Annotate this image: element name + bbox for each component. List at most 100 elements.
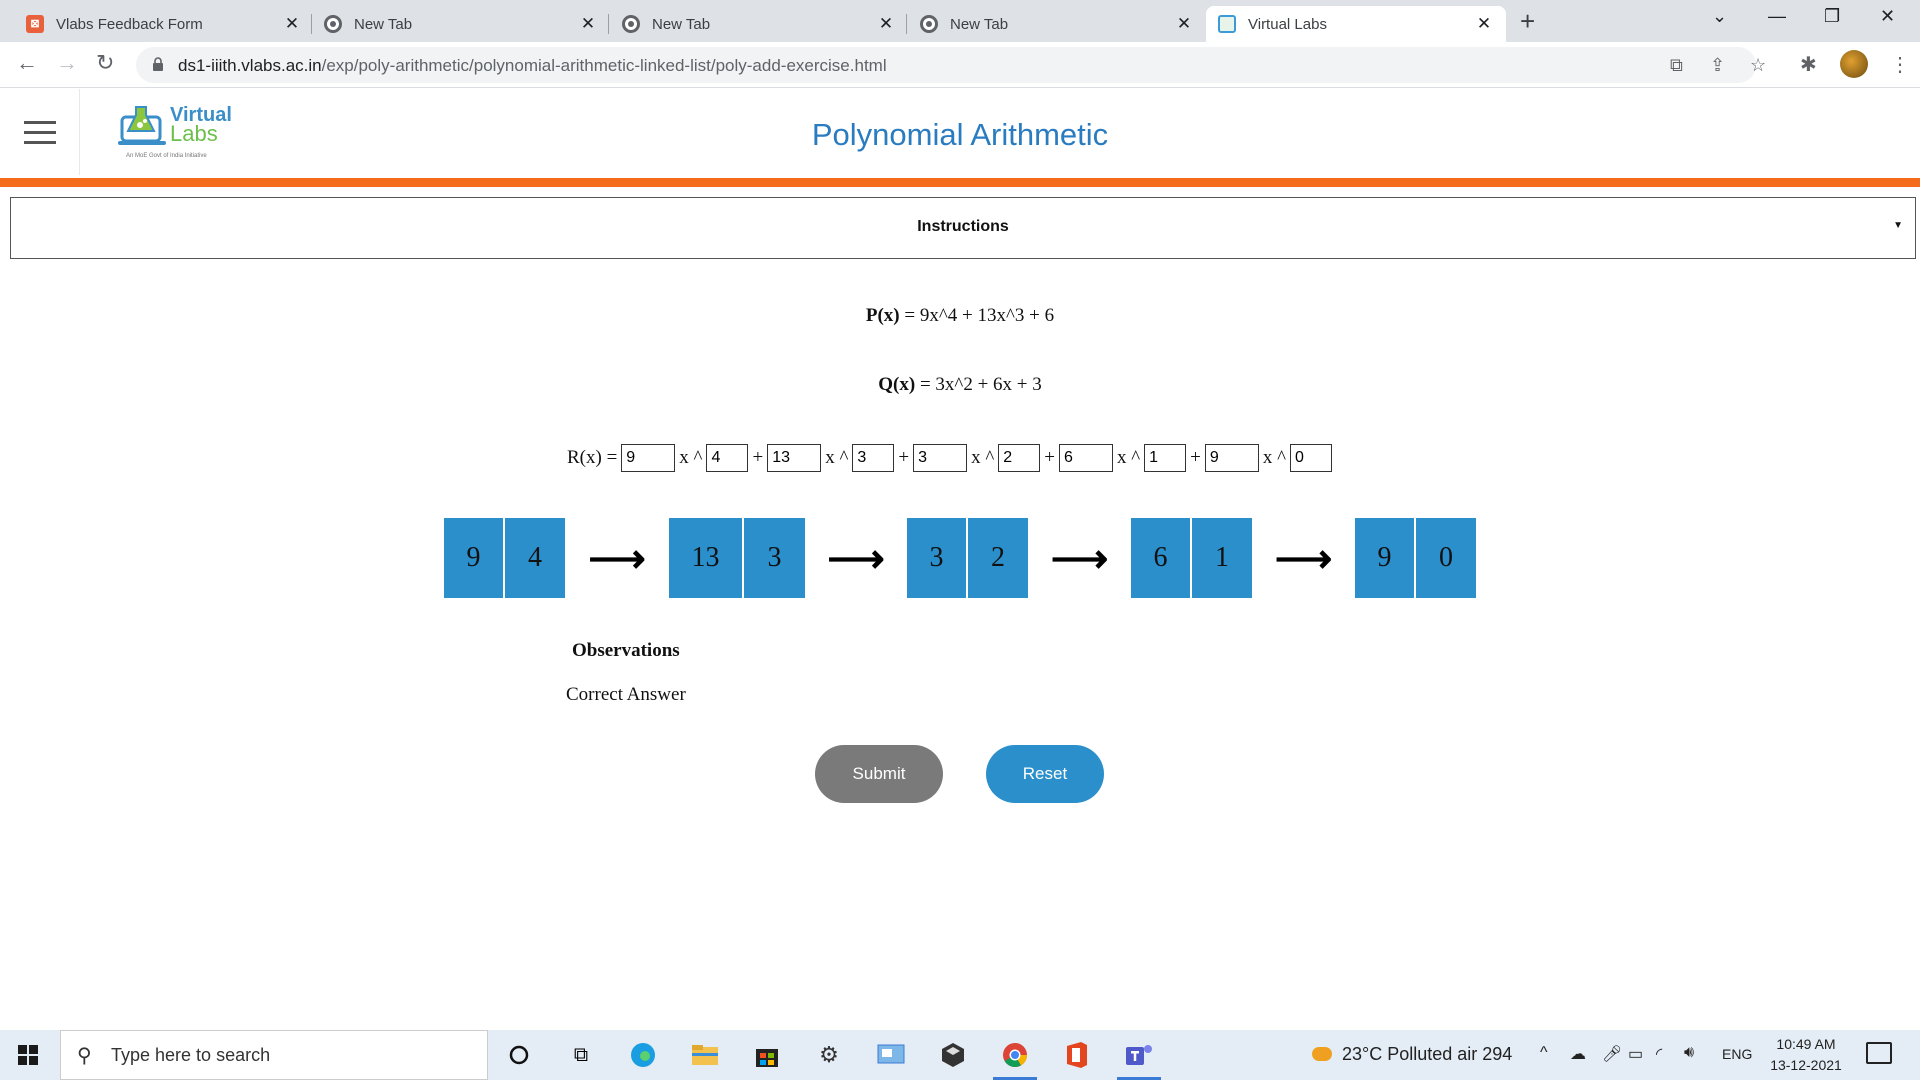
browser-toolbar: ← → ↻ ds1-iiith.vlabs.ac.in/exp/poly-ari… — [0, 42, 1920, 88]
bookmark-star-icon[interactable]: ☆ — [1750, 55, 1766, 76]
arrow-right-icon: ⟶ — [1050, 535, 1109, 581]
clock-time: 10:49 AM — [1776, 1036, 1836, 1052]
teams-icon[interactable] — [1124, 1040, 1154, 1070]
tab-search-icon[interactable]: ⌄ — [1712, 6, 1727, 27]
control-panel-icon[interactable] — [876, 1040, 906, 1070]
weather-widget[interactable]: 23°C Polluted air 294 — [1312, 1044, 1512, 1065]
office-icon[interactable] — [1062, 1040, 1092, 1070]
close-icon[interactable]: ✕ — [1174, 14, 1194, 34]
chevron-up-icon[interactable]: ^ — [1540, 1044, 1548, 1062]
plus-sign: + — [1190, 447, 1201, 468]
tab-title: Virtual Labs — [1248, 15, 1327, 33]
notification-center-icon[interactable] — [1866, 1042, 1892, 1064]
plus-sign: + — [752, 447, 764, 468]
p-expression: = 9x^4 + 13x^3 + 6 — [899, 305, 1055, 326]
file-explorer-icon[interactable] — [690, 1040, 720, 1070]
tab-vlabs-feedback[interactable]: ⊠ Vlabs Feedback Form ✕ — [14, 6, 314, 42]
submit-button[interactable]: Submit — [815, 745, 943, 803]
new-tab-button[interactable]: + — [1520, 8, 1535, 34]
task-view-icon[interactable]: ⧉ — [566, 1040, 596, 1070]
exp-input-2[interactable] — [852, 444, 895, 472]
q-label: Q(x) — [878, 374, 916, 395]
node-exponent: 2 — [968, 518, 1028, 598]
translate-icon[interactable]: ⧉ — [1670, 55, 1683, 76]
app-hexagon-icon[interactable] — [938, 1040, 968, 1070]
polynomial-q: Q(x) = 3x^2 + 6x + 3 — [0, 374, 1920, 396]
extensions-icon[interactable]: ✱ — [1800, 52, 1817, 77]
back-button[interactable]: ← — [16, 52, 38, 74]
settings-gear-icon[interactable]: ⚙ — [814, 1040, 844, 1070]
tab-virtual-labs[interactable]: Virtual Labs ✕ — [1206, 6, 1506, 42]
tab-title: New Tab — [950, 15, 1009, 33]
header-accent-bar — [0, 178, 1920, 187]
taskbar-clock[interactable]: 10:49 AM 13-12-2021 — [1766, 1034, 1846, 1076]
restore-button[interactable]: ❐ — [1824, 6, 1840, 27]
exp-input-1[interactable] — [706, 444, 749, 472]
node-coefficient: 3 — [907, 518, 968, 598]
profile-avatar[interactable] — [1840, 50, 1868, 78]
coef-input-2[interactable] — [767, 444, 822, 472]
volume-icon[interactable]: 🔊︎ — [1684, 1044, 1694, 1062]
node-exponent: 4 — [505, 518, 565, 598]
weather-icon — [1312, 1047, 1332, 1061]
coef-input-4[interactable] — [1058, 444, 1113, 472]
browser-tab-bar: ⊠ Vlabs Feedback Form ✕ New Tab ✕ New Ta… — [0, 0, 1920, 42]
chrome-taskbar-icon[interactable] — [1000, 1040, 1030, 1070]
tab-separator — [608, 14, 609, 34]
node-exponent: 0 — [1416, 518, 1476, 598]
coef-input-3[interactable] — [913, 444, 968, 472]
cortana-icon[interactable] — [504, 1040, 534, 1070]
x-power-sign: x ^ — [825, 447, 849, 468]
address-bar[interactable]: ds1-iiith.vlabs.ac.in/exp/poly-arithmeti… — [136, 47, 1766, 83]
chrome-icon — [622, 15, 640, 33]
close-window-button[interactable]: ✕ — [1880, 6, 1895, 27]
exp-input-4[interactable] — [1144, 444, 1187, 472]
exp-input-3[interactable] — [998, 444, 1041, 472]
logo-tagline: An MoE Govt of India Initiative — [126, 153, 207, 159]
linked-list-node: 9 4 — [444, 518, 565, 598]
search-icon: ⚲ — [77, 1045, 92, 1067]
instructions-dropdown[interactable]: Instructions ▼ — [10, 197, 1916, 259]
share-icon[interactable]: ⇪ — [1710, 55, 1725, 76]
edge-icon[interactable] — [628, 1040, 658, 1070]
close-icon[interactable]: ✕ — [282, 14, 302, 34]
weather-text: 23°C Polluted air 294 — [1342, 1044, 1513, 1064]
onedrive-cloud-icon[interactable]: ☁ — [1570, 1044, 1586, 1064]
coef-input-1[interactable] — [621, 444, 676, 472]
windows-taskbar: ⚲ Type here to search ⧉ ⚙ 23°C Polluted … — [0, 1030, 1920, 1080]
url-text[interactable]: ds1-iiith.vlabs.ac.in/exp/poly-arithmeti… — [178, 56, 887, 76]
exp-input-5[interactable] — [1290, 444, 1333, 472]
plus-sign: + — [898, 447, 910, 468]
tab-new-tab-3[interactable]: New Tab ✕ — [908, 6, 1206, 42]
reload-button[interactable]: ↻ — [96, 52, 114, 74]
battery-icon[interactable]: ▭ — [1628, 1044, 1643, 1064]
tab-separator — [906, 14, 907, 34]
caret-down-icon: ▼ — [1893, 220, 1903, 231]
reset-button[interactable]: Reset — [986, 745, 1104, 803]
taskbar-search-box[interactable]: ⚲ Type here to search — [60, 1030, 488, 1080]
node-coefficient: 13 — [669, 518, 744, 598]
close-icon[interactable]: ✕ — [876, 14, 896, 34]
tab-new-tab-2[interactable]: New Tab ✕ — [610, 6, 908, 42]
menu-kebab-icon[interactable]: ⋮ — [1890, 52, 1910, 77]
close-icon[interactable]: ✕ — [1474, 14, 1494, 34]
windows-start-icon[interactable] — [18, 1045, 38, 1065]
tab-new-tab-1[interactable]: New Tab ✕ — [312, 6, 610, 42]
instructions-label: Instructions — [917, 218, 1009, 235]
x-power-sign: x ^ — [679, 447, 703, 468]
x-power-sign: x ^ — [1262, 447, 1287, 468]
microphone-icon[interactable]: 🎤︎ — [1602, 1044, 1622, 1064]
close-icon[interactable]: ✕ — [578, 14, 598, 34]
site-header: Virtual Labs An MoE Govt of India Initia… — [0, 89, 1920, 178]
page-title: Polynomial Arithmetic — [811, 117, 1109, 152]
minimize-button[interactable]: — — [1768, 6, 1786, 27]
node-coefficient: 6 — [1131, 518, 1192, 598]
coef-input-5[interactable] — [1204, 444, 1259, 472]
forward-button[interactable]: → — [56, 52, 78, 74]
store-icon[interactable] — [752, 1040, 782, 1070]
node-exponent: 1 — [1192, 518, 1252, 598]
polynomial-p: P(x) = 9x^4 + 13x^3 + 6 — [0, 305, 1920, 327]
language-indicator[interactable]: ENG — [1722, 1046, 1752, 1062]
wifi-icon[interactable]: ◜ — [1656, 1044, 1662, 1064]
linked-list-node: 13 3 — [669, 518, 805, 598]
